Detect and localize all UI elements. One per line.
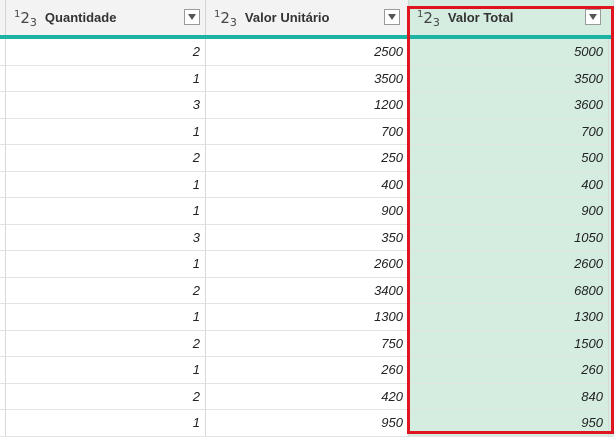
next-column-cell[interactable] — [609, 251, 614, 278]
valor-total-cell[interactable]: 260 — [409, 357, 609, 384]
valor-unitario-cell[interactable]: 1300 — [206, 304, 409, 331]
table-row: 2 750 1500 — [0, 330, 614, 357]
next-column-cell[interactable] — [609, 410, 614, 437]
valor-total-cell[interactable]: 5000 — [409, 39, 609, 66]
next-column-cell[interactable] — [609, 171, 614, 198]
valor-unitario-cell[interactable]: 350 — [206, 224, 409, 251]
table-row: 1 400 400 — [0, 171, 614, 198]
valor-total-cell[interactable]: 400 — [409, 171, 609, 198]
table-row: 1 260 260 — [0, 357, 614, 384]
number-type-icon[interactable]: 123 — [214, 9, 237, 29]
filter-dropdown-button[interactable] — [585, 9, 601, 25]
column-header-row: 123 Quantidade 123 Valor Unitário 123 Va… — [0, 0, 614, 35]
filter-dropdown-button[interactable] — [184, 9, 200, 25]
quantidade-cell[interactable]: 3 — [6, 92, 206, 119]
column-header-valor-total[interactable]: 123 Valor Total — [409, 0, 614, 35]
valor-total-cell[interactable]: 500 — [409, 145, 609, 172]
quantidade-cell[interactable]: 2 — [6, 39, 206, 66]
quantidade-cell[interactable]: 1 — [6, 251, 206, 278]
column-header-valor-unitario[interactable]: 123 Valor Unitário — [206, 0, 409, 35]
valor-total-cell[interactable]: 3500 — [409, 65, 609, 92]
valor-total-cell[interactable]: 3600 — [409, 92, 609, 119]
table-row: 1 950 950 — [0, 410, 614, 437]
table-row: 1 700 700 — [0, 118, 614, 145]
number-type-icon[interactable]: 123 — [14, 9, 37, 29]
valor-total-cell[interactable]: 1500 — [409, 330, 609, 357]
chevron-down-icon — [589, 14, 597, 20]
chevron-down-icon — [388, 14, 396, 20]
quantidade-cell[interactable]: 2 — [6, 277, 206, 304]
next-column-cell[interactable] — [609, 39, 614, 66]
valor-unitario-cell[interactable]: 3400 — [206, 277, 409, 304]
column-name: Valor Total — [447, 10, 514, 25]
valor-total-cell[interactable]: 840 — [409, 383, 609, 410]
table-row: 3 1200 3600 — [0, 92, 614, 119]
next-column-cell[interactable] — [609, 224, 614, 251]
table-row: 1 2600 2600 — [0, 251, 614, 278]
valor-unitario-cell[interactable]: 250 — [206, 145, 409, 172]
table-row: 1 1300 1300 — [0, 304, 614, 331]
valor-unitario-cell[interactable]: 750 — [206, 330, 409, 357]
table-row: 2 250 500 — [0, 145, 614, 172]
table-row: 1 3500 3500 — [0, 65, 614, 92]
next-column-cell[interactable] — [609, 277, 614, 304]
table-row: 2 3400 6800 — [0, 277, 614, 304]
valor-total-cell[interactable]: 6800 — [409, 277, 609, 304]
quantidade-cell[interactable]: 1 — [6, 357, 206, 384]
next-column-cell[interactable] — [609, 118, 614, 145]
next-column-cell[interactable] — [609, 330, 614, 357]
quantidade-cell[interactable]: 1 — [6, 171, 206, 198]
quantidade-cell[interactable]: 2 — [6, 330, 206, 357]
next-column-cell[interactable] — [609, 65, 614, 92]
valor-unitario-cell[interactable]: 400 — [206, 171, 409, 198]
next-column-cell[interactable] — [609, 92, 614, 119]
valor-total-cell[interactable]: 1050 — [409, 224, 609, 251]
quantidade-cell[interactable]: 1 — [6, 410, 206, 437]
next-column-cell[interactable] — [609, 383, 614, 410]
column-name: Valor Unitário — [244, 10, 330, 25]
valor-unitario-cell[interactable]: 700 — [206, 118, 409, 145]
data-grid: 123 Quantidade 123 Valor Unitário 123 Va… — [0, 0, 614, 437]
next-column-cell[interactable] — [609, 198, 614, 225]
quantidade-cell[interactable]: 1 — [6, 118, 206, 145]
quantidade-cell[interactable]: 2 — [6, 383, 206, 410]
table-row: 3 350 1050 — [0, 224, 614, 251]
valor-unitario-cell[interactable]: 260 — [206, 357, 409, 384]
valor-total-cell[interactable]: 900 — [409, 198, 609, 225]
valor-unitario-cell[interactable]: 420 — [206, 383, 409, 410]
quantidade-cell[interactable]: 1 — [6, 198, 206, 225]
valor-unitario-cell[interactable]: 900 — [206, 198, 409, 225]
column-header-quantidade[interactable]: 123 Quantidade — [6, 0, 206, 35]
valor-unitario-cell[interactable]: 3500 — [206, 65, 409, 92]
quantidade-cell[interactable]: 2 — [6, 145, 206, 172]
valor-total-cell[interactable]: 2600 — [409, 251, 609, 278]
table-row: 2 420 840 — [0, 383, 614, 410]
chevron-down-icon — [188, 14, 196, 20]
valor-total-cell[interactable]: 700 — [409, 118, 609, 145]
valor-total-cell[interactable]: 1300 — [409, 304, 609, 331]
valor-unitario-cell[interactable]: 950 — [206, 410, 409, 437]
table-body: 2 2500 5000 1 3500 3500 3 1200 3600 1 700 700 2 250 50… — [0, 39, 614, 437]
quantidade-cell[interactable]: 3 — [6, 224, 206, 251]
valor-unitario-cell[interactable]: 1200 — [206, 92, 409, 119]
table-row: 2 2500 5000 — [0, 39, 614, 66]
valor-unitario-cell[interactable]: 2500 — [206, 39, 409, 66]
valor-total-cell[interactable]: 950 — [409, 410, 609, 437]
number-type-icon[interactable]: 123 — [417, 9, 440, 29]
next-column-cell[interactable] — [609, 357, 614, 384]
column-name: Quantidade — [44, 10, 117, 25]
quantidade-cell[interactable]: 1 — [6, 65, 206, 92]
next-column-cell[interactable] — [609, 304, 614, 331]
next-column-cell[interactable] — [609, 145, 614, 172]
filter-dropdown-button[interactable] — [384, 9, 400, 25]
valor-unitario-cell[interactable]: 2600 — [206, 251, 409, 278]
table-row: 1 900 900 — [0, 198, 614, 225]
quantidade-cell[interactable]: 1 — [6, 304, 206, 331]
